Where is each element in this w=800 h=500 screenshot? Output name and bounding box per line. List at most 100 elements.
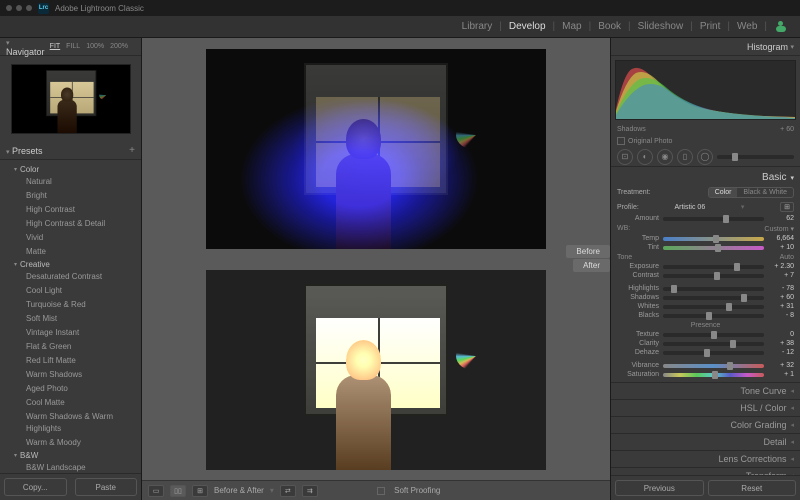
after-label: After [573,259,610,272]
zoom-fill[interactable]: FILL [65,43,81,50]
loupe-view-icon[interactable]: ▭ [148,485,164,497]
preview-area: Before After ▭ ▯▯ ⊞ Before & After ▾ ⇄ ⇉… [142,38,610,500]
navigator-header[interactable]: ▾ Navigator FIT FILL 100% 200% [0,38,141,56]
contrast-slider[interactable] [663,274,764,278]
panel-header[interactable]: Detail◂ [611,434,800,451]
app-icon: Lrc [38,3,49,14]
preset-item[interactable]: Bright [0,189,141,203]
after-image[interactable]: After [142,259,610,480]
hist-metric: Shadows [617,126,646,133]
panel-header[interactable]: Tone Curve◂ [611,383,800,400]
nav-book[interactable]: Book [592,21,627,32]
preset-item[interactable]: Warm Shadows [0,368,141,382]
soft-proof-label: Soft Proofing [394,486,440,495]
panel-header[interactable]: Transform◂ [611,468,800,475]
original-photo-checkbox[interactable] [617,137,625,145]
preset-item[interactable]: Turquoise & Red [0,298,141,312]
nav-develop[interactable]: Develop [503,21,552,32]
zoom-100[interactable]: 100% [85,43,105,50]
crop-tool-icon[interactable]: ⊡ [617,149,633,165]
wb-dropdown[interactable]: Custom ▾ [764,225,794,233]
preset-item[interactable]: Matte [0,245,141,259]
preset-item[interactable]: High Contrast & Detail [0,217,141,231]
preset-item[interactable]: Vivid [0,231,141,245]
whites-slider[interactable] [663,305,764,309]
preset-item[interactable]: Cool Light [0,284,141,298]
preset-item[interactable]: Cool Matte [0,396,141,410]
swap-icon[interactable]: ⇄ [280,485,296,497]
tint-slider[interactable] [663,246,764,250]
bottom-toolbar: ▭ ▯▯ ⊞ Before & After ▾ ⇄ ⇉ Soft Proofin… [142,480,610,500]
presets-list[interactable]: ColorNaturalBrightHigh ContrastHigh Cont… [0,160,141,473]
shadows-slider[interactable] [663,296,764,300]
nav-web[interactable]: Web [731,21,763,32]
preset-item[interactable]: Flat & Green [0,340,141,354]
preset-item[interactable]: Soft Mist [0,312,141,326]
preset-group[interactable]: B&W [0,450,141,461]
profile-value[interactable]: Artistic 06 [674,204,705,211]
mask-tool-icon[interactable]: ▯ [677,149,693,165]
histogram[interactable] [615,60,796,120]
min-dot[interactable] [16,5,22,11]
dehaze-slider[interactable] [663,351,764,355]
amount-slider[interactable] [663,217,764,221]
panel-header[interactable]: Color Grading◂ [611,417,800,434]
exposure-slider[interactable] [663,265,764,269]
navigator-thumbnail[interactable] [11,64,131,134]
histogram-header[interactable]: Histogram ▾ [611,38,800,56]
panel-header[interactable]: Lens Corrections◂ [611,451,800,468]
temp-slider[interactable] [663,237,764,241]
clarity-slider[interactable] [663,342,764,346]
saturation-slider[interactable] [663,373,764,377]
nav-map[interactable]: Map [556,21,587,32]
hist-value: + 60 [780,126,794,133]
compare-view-icon[interactable]: ▯▯ [170,485,186,497]
preset-item[interactable]: B&W Landscape [0,461,141,473]
reset-button[interactable]: Reset [708,480,797,496]
blacks-slider[interactable] [663,314,764,318]
soft-proof-checkbox[interactable] [377,487,385,495]
redeye-tool-icon[interactable]: ◉ [657,149,673,165]
copy-button[interactable]: Copy... [4,478,67,496]
before-image[interactable]: Before [142,38,610,259]
tool-strip: ⊡ ◐ ◉ ▯ ◯ [611,147,800,167]
cloud-sync-icon[interactable] [768,21,792,32]
app-title: Adobe Lightroom Classic [55,4,144,13]
window-controls[interactable] [6,5,32,11]
before-label: Before [566,245,610,258]
basic-panel-header[interactable]: Basic▾ [617,170,794,185]
paste-button[interactable]: Paste [75,478,138,496]
preset-item[interactable]: Desaturated Contrast [0,270,141,284]
tool-slider[interactable] [717,155,794,159]
preset-group[interactable]: Color [0,164,141,175]
grid-view-icon[interactable]: ⊞ [192,485,208,497]
close-dot[interactable] [6,5,12,11]
preset-item[interactable]: Aged Photo [0,382,141,396]
auto-tone-button[interactable]: Auto [780,254,794,261]
preset-item[interactable]: High Contrast [0,203,141,217]
preset-item[interactable]: Warm & Moody [0,436,141,450]
zoom-200[interactable]: 200% [109,43,129,50]
preset-group[interactable]: Creative [0,259,141,270]
vibrance-slider[interactable] [663,364,764,368]
nav-library[interactable]: Library [456,21,499,32]
preset-item[interactable]: Warm Shadows & Warm Highlights [0,410,141,436]
zoom-fit[interactable]: FIT [49,43,62,50]
max-dot[interactable] [26,5,32,11]
heal-tool-icon[interactable]: ◐ [637,149,653,165]
preset-item[interactable]: Natural [0,175,141,189]
presets-header[interactable]: ▾ Presets + [0,142,141,160]
panel-header[interactable]: HSL / Color◂ [611,400,800,417]
profile-browser-icon[interactable]: ⊞ [780,202,794,212]
radial-tool-icon[interactable]: ◯ [697,149,713,165]
texture-slider[interactable] [663,333,764,337]
highlights-slider[interactable] [663,287,764,291]
view-mode-label: Before & After [214,486,264,495]
previous-button[interactable]: Previous [615,480,704,496]
preset-item[interactable]: Red Lift Matte [0,354,141,368]
treatment-toggle[interactable]: ColorBlack & White [708,187,794,198]
nav-slideshow[interactable]: Slideshow [632,21,690,32]
copy-settings-icon[interactable]: ⇉ [302,485,318,497]
preset-item[interactable]: Vintage Instant [0,326,141,340]
nav-print[interactable]: Print [694,21,727,32]
